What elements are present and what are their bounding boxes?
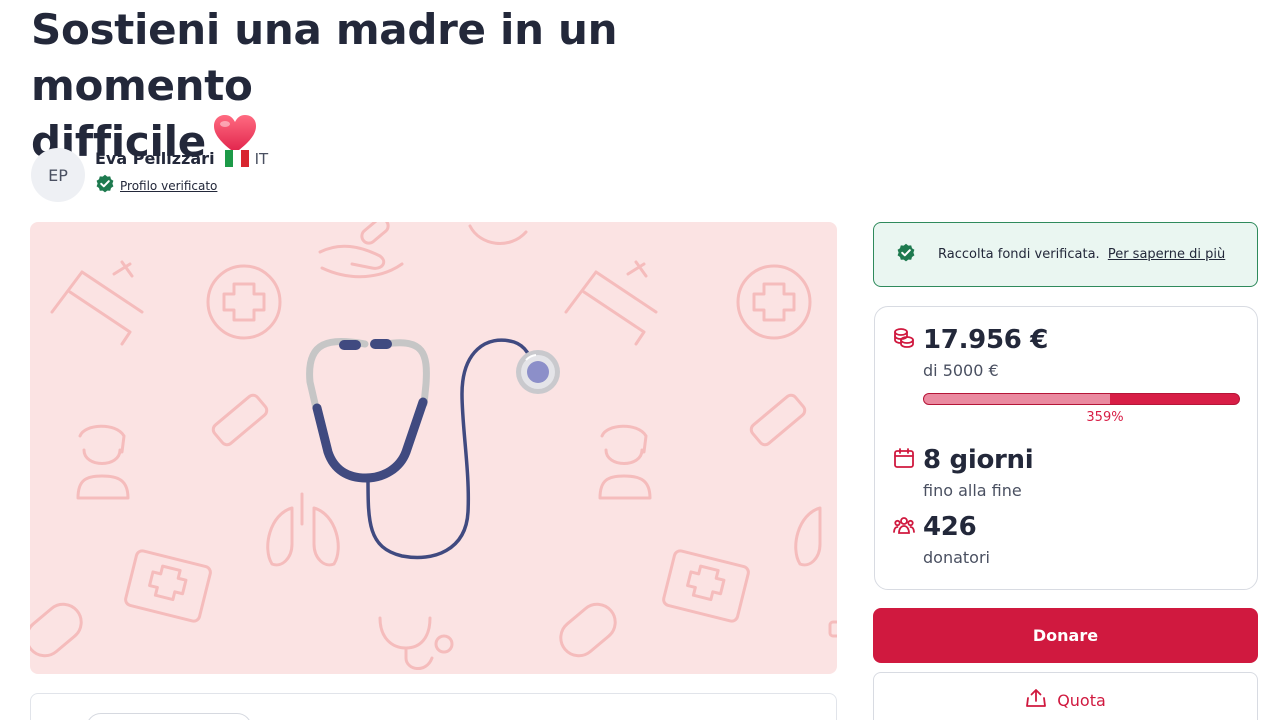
notice-text: Raccolta fondi verificata. Per saperne d… [938,247,1225,262]
author-info: Eva Pellizzari IT Profilo verificato [95,149,268,197]
days-remaining: 8 giorni [923,445,1034,475]
progress-bar [923,393,1240,405]
amount-raised: 17.956 € [923,325,1049,355]
donors-sub: donatori [923,548,990,567]
share-label[interactable]: Quota [1057,691,1106,710]
verified-fundraiser-notice: Raccolta fondi verificata. Per saperne d… [873,222,1258,287]
story-card [30,693,837,720]
verified-check-icon [896,243,916,267]
share-button[interactable]: Quota [873,672,1258,720]
author-name-row: Eva Pellizzari IT [95,149,268,168]
verified-profile-label[interactable]: Profilo verificato [120,179,217,193]
author-name[interactable]: Eva Pellizzari [95,149,215,168]
coins-icon [893,327,915,353]
goal-amount: di 5000 € [923,361,999,380]
campaign-image [30,222,837,674]
author-country: IT [254,149,269,168]
author-block: EP Eva Pellizzari IT Profilo verificato [31,147,268,203]
stethoscope-illustration [306,338,560,560]
donors-row: 426 [893,512,977,542]
calendar-icon [893,447,915,473]
notice-text-label: Raccolta fondi verificata. [938,247,1100,262]
medical-pattern [30,222,837,670]
story-tab[interactable] [86,713,252,720]
raised-row: 17.956 € [893,325,1048,355]
donors-count: 426 [923,512,977,542]
days-row: 8 giorni [893,445,1034,475]
avatar[interactable]: EP [31,148,85,202]
stats-card: 17.956 € di 5000 € 359% 8 giorni fino al… [874,306,1258,590]
share-icon [1025,687,1047,713]
italy-flag-icon [224,150,249,167]
learn-more-link[interactable]: Per saperne di più [1108,247,1225,262]
progress-fill [924,394,1110,404]
donate-button[interactable]: Donare [873,608,1258,663]
donors-icon [893,514,915,540]
verified-check-icon [95,174,115,197]
campaign-title-line1: Sostieni una madre in un momento [31,5,618,110]
progress-percent: 359% [1086,410,1124,425]
days-sub: fino alla fine [923,481,1022,500]
verified-profile[interactable]: Profilo verificato [95,174,268,197]
